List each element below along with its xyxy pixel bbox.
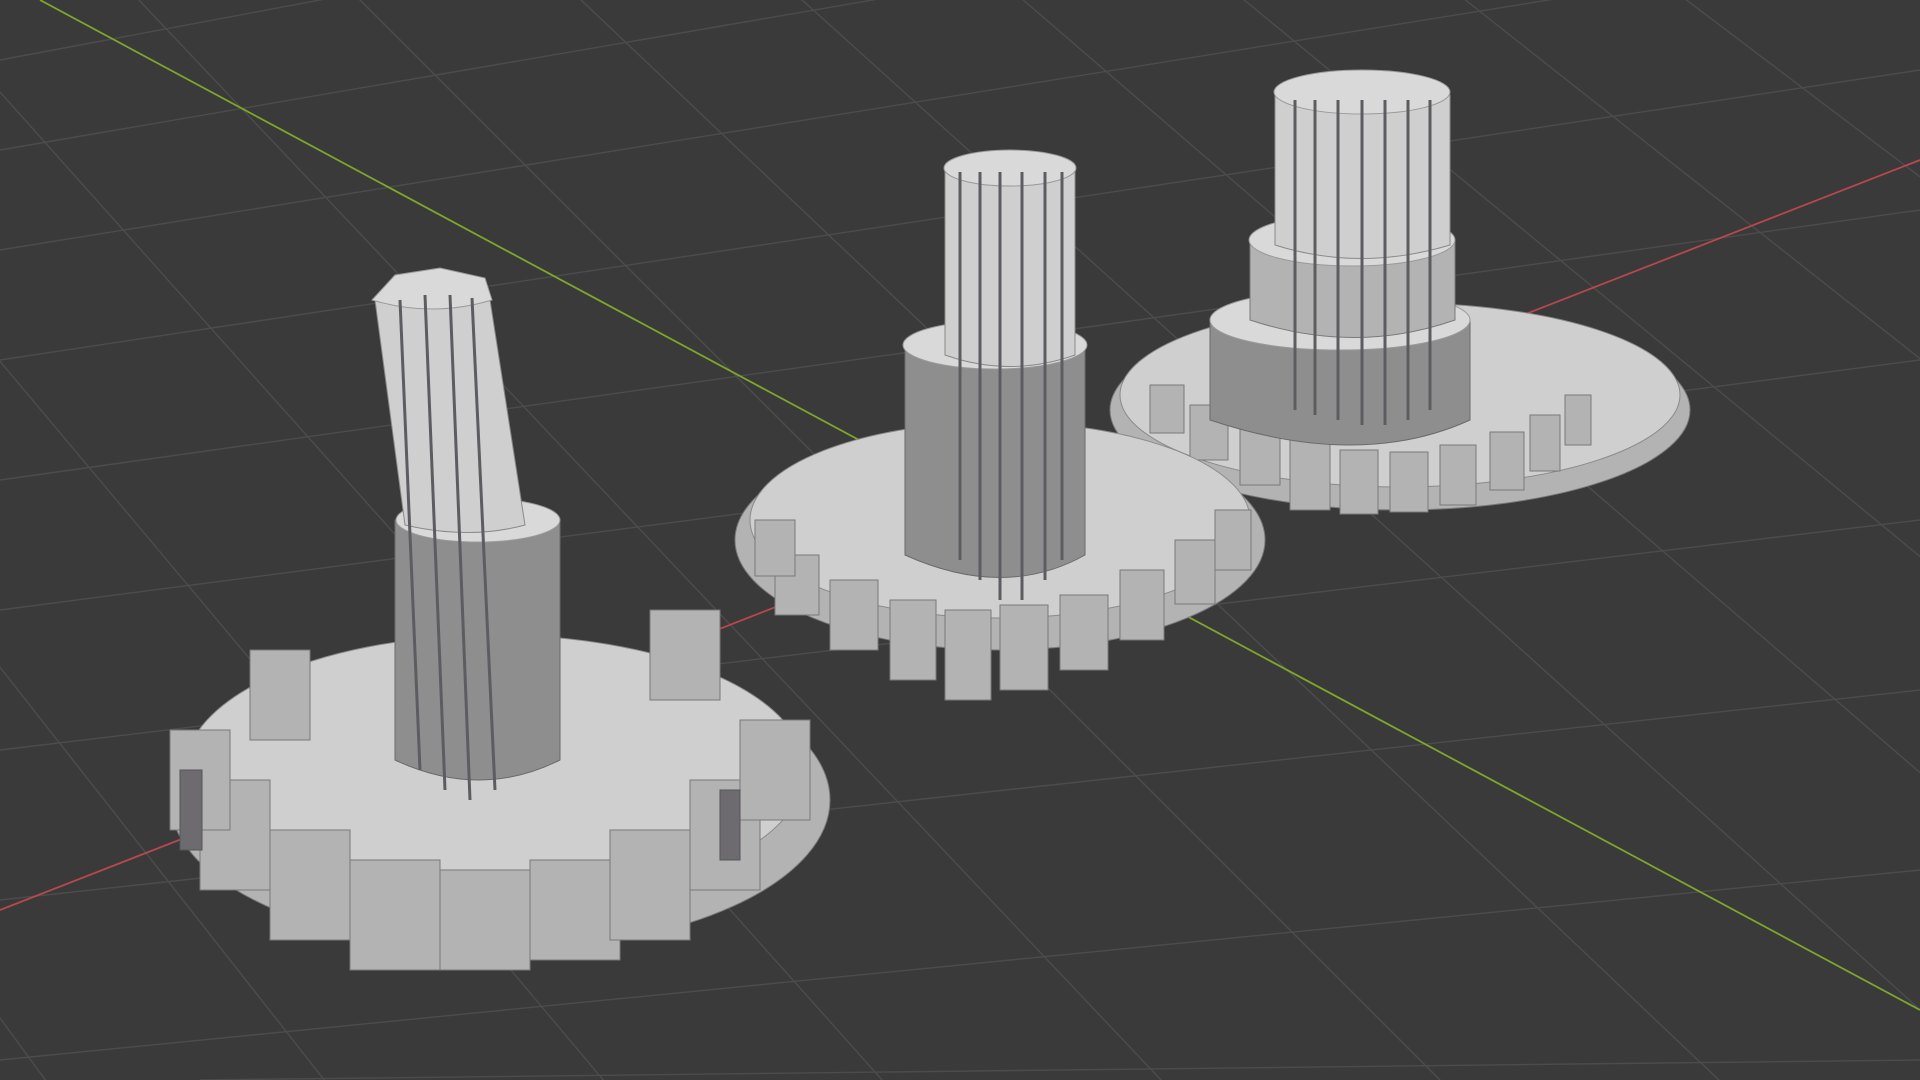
3d-viewport[interactable]: [0, 0, 1920, 1080]
gear-tower-right[interactable]: [1109, 69, 1691, 515]
gear-tower-left[interactable]: [169, 267, 831, 971]
viewport-canvas[interactable]: [0, 0, 1920, 1080]
